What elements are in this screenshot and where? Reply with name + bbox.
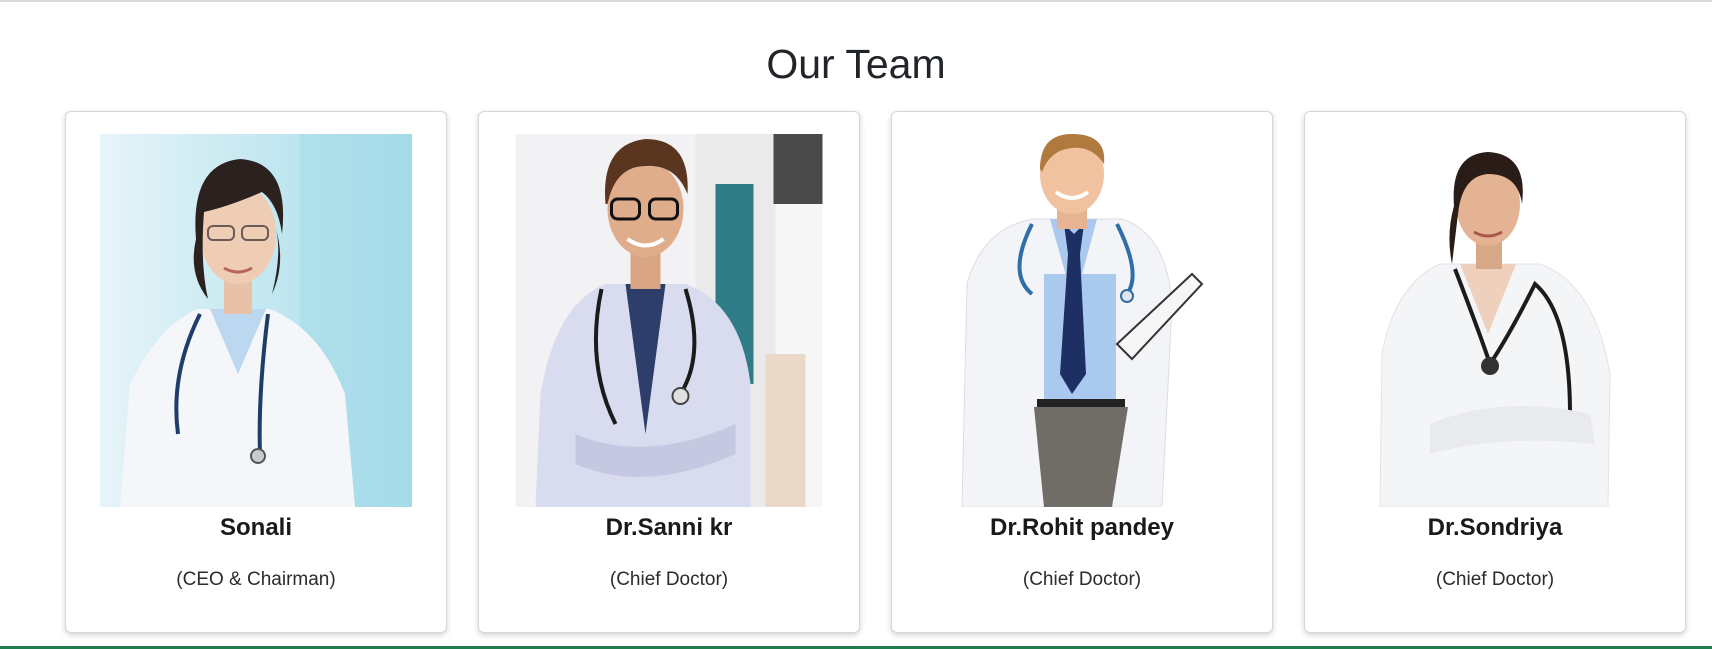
female-doctor-stethoscope-photo [1370,134,1620,507]
team-card: Sonali (CEO & Chairman) [65,111,447,633]
member-photo [1370,134,1620,507]
team-grid: Sonali (CEO & Chairman) Dr.Sanni kr (Chi… [65,111,1686,633]
member-role: (CEO & Chairman) [176,569,336,590]
member-photo [952,134,1212,507]
member-role: (Chief Doctor) [609,569,729,590]
member-name: Dr.Sondriya [1427,514,1563,541]
section-title: Our Team [766,41,946,87]
member-name: Dr.Sanni kr [605,514,733,541]
member-name: Dr.Rohit pandey [989,514,1175,541]
top-divider [0,0,1712,2]
member-role: (Chief Doctor) [1435,569,1555,590]
member-name: Sonali [219,514,292,541]
male-doctor-glasses-photo [515,134,823,507]
team-card: Dr.Sanni kr (Chief Doctor) [478,111,860,633]
female-doctor-photo [100,134,412,507]
team-card: Dr.Rohit pandey (Chief Doctor) [891,111,1273,633]
member-role: (Chief Doctor) [1022,569,1142,590]
member-photo [100,134,412,507]
male-doctor-clipboard-photo [952,134,1212,507]
team-card: Dr.Sondriya (Chief Doctor) [1304,111,1686,633]
member-photo [515,134,823,507]
